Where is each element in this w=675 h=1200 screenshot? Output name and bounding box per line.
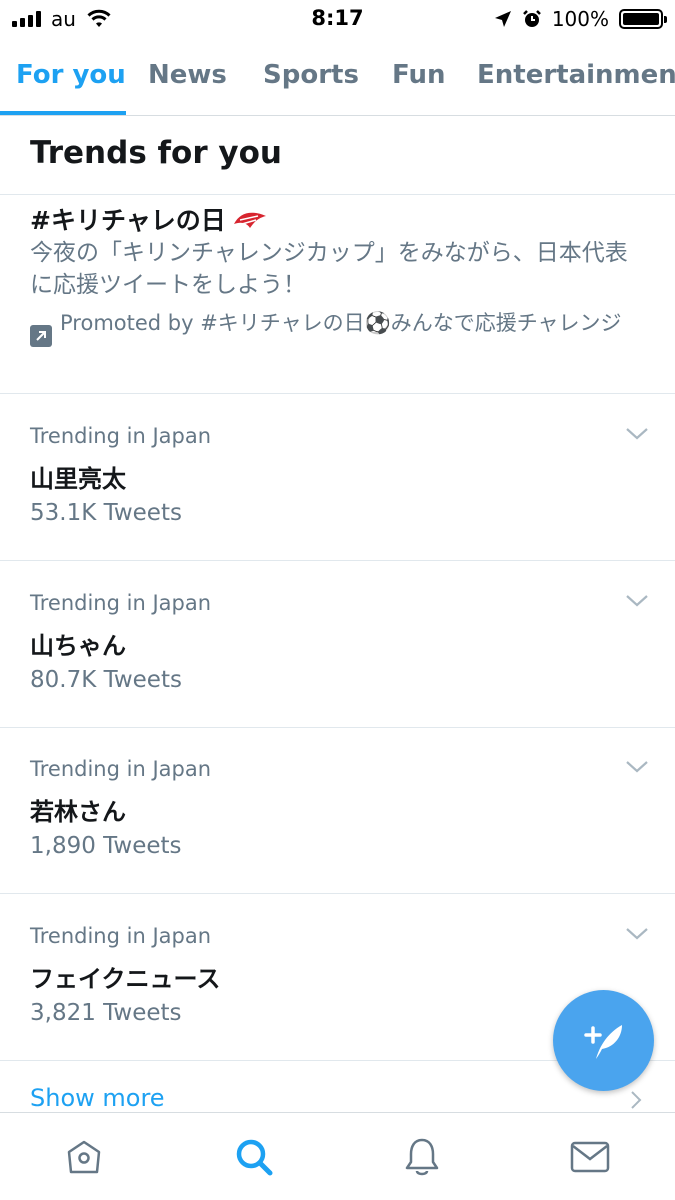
trend-item[interactable]: Trending in Japan 山ちゃん 80.7K Tweets <box>0 561 675 728</box>
trend-tweet-count: 80.7K Tweets <box>30 667 182 693</box>
home-icon <box>67 1140 101 1174</box>
location-arrow-icon <box>494 11 511 27</box>
status-bar: au 8:17 100% <box>0 0 675 38</box>
trend-name: 山ちゃん <box>30 632 126 660</box>
kirin-logo-icon <box>233 212 266 228</box>
promoted-trend[interactable]: #キリチャレの日 今夜の「キリンチャレンジカップ」をみながら、日本代表に応援ツイ… <box>0 195 675 394</box>
promoted-by-line: Promoted by #キリチャレの日⚽みんなで応援チャレンジ <box>30 309 630 347</box>
alarm-clock-icon <box>522 10 541 27</box>
trend-item[interactable]: Trending in Japan 若林さん 1,890 Tweets <box>0 727 675 894</box>
promoted-arrow-icon <box>30 325 52 347</box>
trend-context: Trending in Japan <box>30 924 212 948</box>
mail-icon <box>570 1141 610 1173</box>
promoted-hashtag: #キリチャレの日 <box>30 206 226 235</box>
tab-entertainment[interactable]: Entertainment <box>477 60 675 90</box>
nav-messages[interactable] <box>568 1135 612 1179</box>
tab-fun[interactable]: Fun <box>392 60 446 90</box>
tab-news[interactable]: News <box>148 60 227 90</box>
compose-tweet-button[interactable] <box>553 990 654 1091</box>
chevron-down-icon[interactable] <box>625 759 649 775</box>
tab-sports[interactable]: Sports <box>263 60 359 90</box>
trend-tweet-count: 1,890 Tweets <box>30 833 182 859</box>
active-tab-indicator <box>0 111 126 115</box>
trend-context: Trending in Japan <box>30 424 212 448</box>
promoted-trend-title: #キリチャレの日 <box>30 201 268 237</box>
nav-home[interactable] <box>62 1135 106 1179</box>
nav-search[interactable] <box>232 1135 276 1179</box>
bottom-navigation <box>0 1112 675 1200</box>
trend-item[interactable]: Trending in Japan 山里亮太 53.1K Tweets <box>0 394 675 561</box>
chevron-down-icon[interactable] <box>625 426 649 442</box>
nav-notifications[interactable] <box>400 1135 444 1179</box>
chevron-right-icon <box>631 1091 642 1109</box>
bell-icon <box>405 1138 439 1176</box>
chevron-down-icon[interactable] <box>625 593 649 609</box>
promoted-description: 今夜の「キリンチャレンジカップ」をみながら、日本代表に応援ツイートをしよう！ <box>30 240 628 298</box>
trend-context: Trending in Japan <box>30 757 212 781</box>
show-more-link[interactable]: Show more <box>30 1084 165 1112</box>
explore-tabs: For you News Sports Fun Entertainment <box>0 38 675 116</box>
trend-name: フェイクニュース <box>30 965 221 993</box>
section-title: Trends for you <box>30 135 282 171</box>
trend-tweet-count: 3,821 Tweets <box>30 1000 182 1026</box>
promoted-by-text: Promoted by #キリチャレの日⚽みんなで応援チャレンジ <box>60 311 622 335</box>
battery-icon <box>619 9 667 29</box>
trend-tweet-count: 53.1K Tweets <box>30 500 182 526</box>
search-icon <box>236 1139 273 1176</box>
compose-tweet-icon <box>583 1024 622 1059</box>
status-bar-right: 100% <box>494 7 667 31</box>
trend-name: 山里亮太 <box>30 465 126 493</box>
chevron-down-icon[interactable] <box>625 926 649 942</box>
trend-name: 若林さん <box>30 798 126 826</box>
trend-context: Trending in Japan <box>30 591 212 615</box>
battery-percentage: 100% <box>551 7 609 31</box>
tab-for-you[interactable]: For you <box>16 60 126 90</box>
